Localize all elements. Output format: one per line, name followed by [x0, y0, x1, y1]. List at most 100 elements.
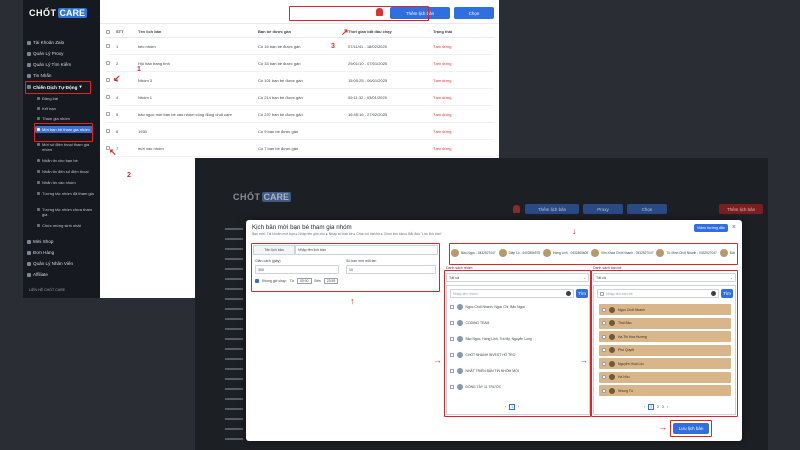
invite-friends-modal: Kịch bản mời bạn bè tham gia nhóm Bạn mớ… [246, 220, 742, 441]
create-scenario-button[interactable]: Thêm lịch bản [525, 204, 579, 214]
sidebar-item-minishop[interactable]: Mini Shop [27, 239, 53, 244]
arrow-right-icon: → [658, 422, 667, 432]
table-row[interactable]: 5 bảo ngọc mời bạn bè vào nhóm cộng đồng … [106, 106, 494, 123]
sidebar-sub-join-group[interactable]: Tham gia nhóm [37, 116, 95, 121]
add-scenario-button[interactable]: Thêm lịch bản [719, 204, 763, 214]
annotation-box-create [289, 6, 429, 21]
proxy-button[interactable]: Proxy [583, 204, 623, 214]
bullet-icon [37, 107, 40, 110]
annotation-box-accounts [449, 243, 738, 265]
sidebar-footer[interactable]: LIÊN HỆ CHỐT CARE [29, 288, 65, 292]
status-badge[interactable]: Tạm dừng [433, 61, 478, 66]
sidebar-item-search[interactable]: Quản Lý Tìm Kiếm [27, 62, 71, 67]
row-time: 15:00:25 - 06/01/2025 [348, 77, 388, 83]
arrow-icon: ↗ [341, 27, 349, 37]
logo: CHỐT CARE [29, 8, 88, 18]
arrow-right-icon: → [433, 355, 442, 365]
status-badge[interactable]: Tạm dừng [433, 112, 478, 117]
row-stt: 6 [116, 128, 119, 134]
sidebar-sub-birthday[interactable]: Chức mừng sinh nhật [37, 223, 95, 228]
row-checkbox[interactable] [106, 129, 110, 133]
sidebar-item-dimmed [225, 288, 243, 290]
annotation-number-1: 1 [137, 66, 141, 73]
select-button[interactable]: Chọn [627, 204, 667, 214]
table-row[interactable]: 4 Nhóm 1 Có 214 bạn bè được gán 09:11:32 - … [106, 89, 494, 106]
sidebar-item-dimmed [225, 368, 243, 370]
affiliate-icon [27, 272, 31, 277]
campaign-table: STT Tên lịch bản Bạn bè được gán Thời gi… [106, 26, 494, 157]
sidebar-sub-post[interactable]: Đăng bài [37, 96, 95, 101]
sort-time-header[interactable]: Thời gian bắt đầu chạy [348, 29, 433, 34]
friends-header: Bạn bè được gán [258, 29, 292, 34]
table-row[interactable]: 6 1930 Có 9 bạn bè được gán Tạm dừng [106, 123, 494, 140]
table-row[interactable]: 1 kéo nhóm Có 16 bạn bè được gán 07/11/41 -… [106, 38, 494, 55]
annotation-box-groups [444, 270, 591, 417]
bullet-icon [37, 117, 40, 120]
sidebar-sub-invite-phone[interactable]: Mời số điện thoại tham gia nhóm [37, 142, 95, 152]
sidebar-item-dimmed [225, 258, 243, 260]
zalo-icon [27, 40, 31, 45]
sort-name-header[interactable]: Tên lịch bản [138, 29, 258, 34]
row-checkbox[interactable] [106, 44, 110, 48]
bullet-icon [37, 143, 40, 146]
sidebar-item-staff[interactable]: Quản Lý Nhân Viên [27, 261, 73, 266]
sidebar-item-messages[interactable]: Tin Nhắn [27, 73, 51, 78]
sidebar-sub-msg-phone[interactable]: Nhắn tin đến số điện thoại [37, 169, 95, 174]
sidebar-item-affiliate[interactable]: Affiliate [27, 272, 48, 277]
sidebar-item-dimmed [225, 238, 243, 240]
row-checkbox[interactable] [106, 112, 110, 116]
sidebar-item-proxy[interactable]: Quản Lý Proxy [27, 51, 63, 56]
bullet-icon [37, 159, 40, 162]
annotation-box-campaigns [25, 81, 91, 94]
row-time: 16:45:16 - 27/02/2025 [348, 111, 388, 117]
row-stt: 7 [116, 145, 119, 151]
row-checkbox[interactable] [106, 78, 110, 82]
sidebar-sub-interact-joined[interactable]: Tương tác nhóm đã tham gia [37, 191, 95, 196]
sidebar-item-dimmed [225, 228, 243, 230]
close-icon[interactable]: × [732, 224, 736, 231]
row-checkbox[interactable] [106, 95, 110, 99]
row-stt: 4 [116, 94, 119, 100]
sidebar-item-dimmed [225, 298, 243, 300]
proxy-icon [27, 51, 31, 56]
table-row[interactable]: 7 mời vào nhóm Có 7 bạn bè được gán Tạm dừn… [106, 140, 494, 157]
sidebar-item-dimmed [225, 328, 243, 330]
sidebar: CHỐT CARE Tài Khoản Zalo Quản Lý Proxy Q… [23, 0, 100, 298]
arrow-right-icon: → [579, 355, 588, 365]
table-row[interactable]: 2 Hội báo trang tính Có 33 bạn bè được gán… [106, 55, 494, 72]
sidebar-item-dimmed [225, 388, 243, 390]
row-time: 07/11/41 - 18/02/2025 [348, 43, 387, 49]
row-name: mời vào nhóm [138, 145, 164, 151]
arrow-down-icon: ↓ [572, 226, 577, 236]
sidebar-item-dimmed [225, 438, 243, 440]
sidebar-item-zalo[interactable]: Tài Khoản Zalo [27, 40, 64, 45]
sidebar-item-dimmed [225, 398, 243, 400]
sidebar-sub-msg-group[interactable]: Nhắn tin vào nhóm [37, 180, 95, 185]
sidebar-item-orders[interactable]: Đơn Hàng [27, 250, 54, 255]
bell-icon[interactable] [513, 205, 520, 213]
status-badge[interactable]: Tạm dừng [433, 44, 478, 49]
row-stt: 1 [116, 43, 119, 49]
sidebar-item-dimmed [225, 248, 243, 250]
sidebar-sub-msg-friends[interactable]: Nhắn tin cho bạn bè [37, 158, 95, 163]
sidebar-sub-addfriend[interactable]: Kết bạn [37, 106, 95, 111]
status-badge[interactable]: Tạm dừng [433, 95, 478, 100]
row-checkbox[interactable] [106, 61, 110, 65]
row-name: bảo ngọc mời bạn bè vào nhóm cộng đồng c… [138, 111, 232, 117]
select-all-checkbox[interactable] [106, 29, 110, 34]
guide-video-button[interactable]: Video hướng dẫn [694, 224, 728, 232]
status-badge[interactable]: Tạm dừng [433, 146, 478, 151]
select-button[interactable]: Chọn [454, 7, 494, 19]
row-stt: 5 [116, 111, 119, 117]
row-name: kéo nhóm [138, 43, 156, 49]
sort-status-header[interactable]: Trạng thái [433, 29, 478, 34]
table-row[interactable]: 3 Nhóm 3 Có 101 bạn bè được gán 15:00:25 - … [106, 72, 494, 89]
sidebar-sub-interact-unjoined[interactable]: Tương tác nhóm chưa tham gia [37, 207, 95, 217]
order-icon [27, 250, 31, 255]
sidebar-item-dimmed [225, 358, 243, 360]
staff-icon [27, 261, 31, 266]
status-badge[interactable]: Tạm dừng [433, 78, 478, 83]
bullet-icon [37, 192, 40, 195]
row-name: Hội báo trang tính [138, 60, 170, 66]
status-badge[interactable]: Tạm dừng [433, 129, 478, 134]
